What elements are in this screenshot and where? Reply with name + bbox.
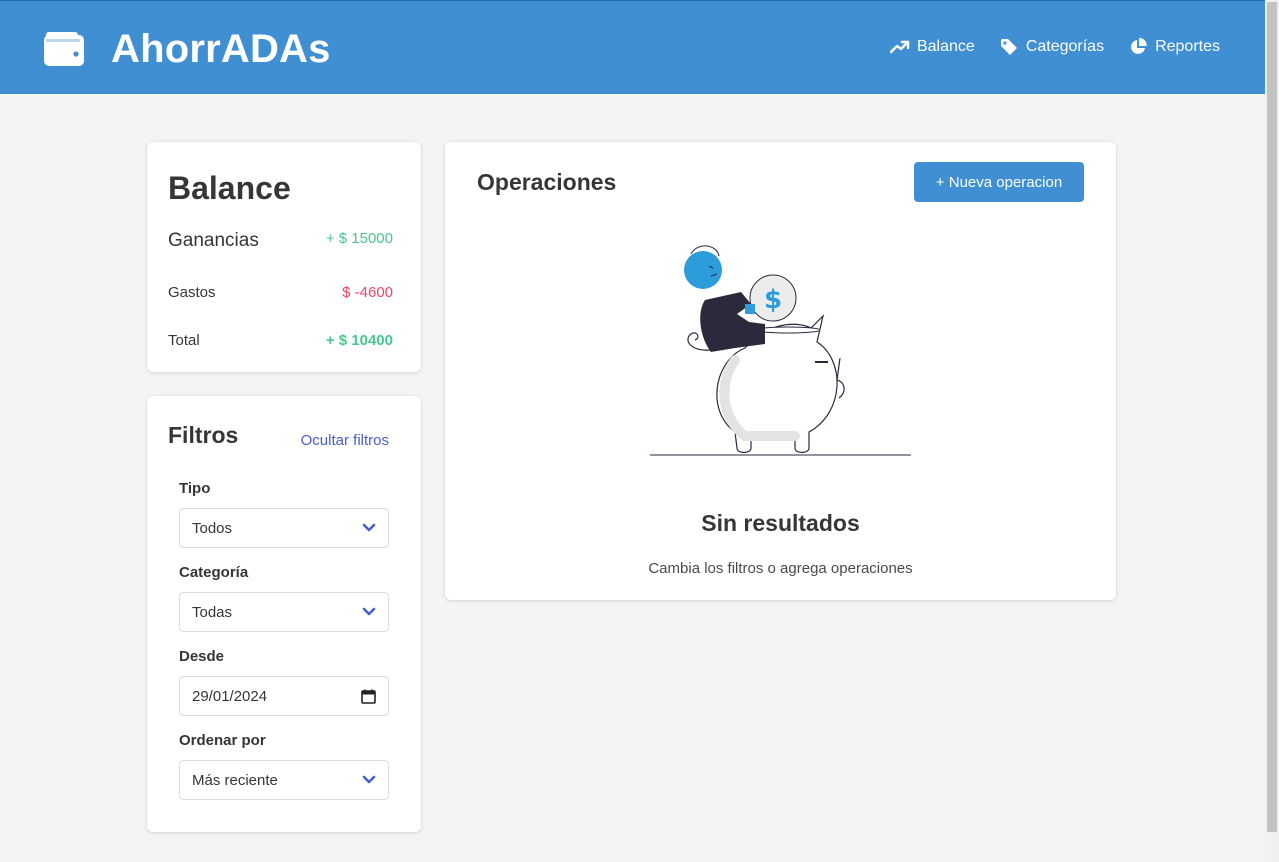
app-title: AhorrADAs	[111, 27, 331, 71]
scrollbar-thumb[interactable]	[1267, 2, 1277, 832]
categoria-label: Categoría	[179, 564, 249, 581]
hide-filters-link[interactable]: Ocultar filtros	[301, 432, 389, 449]
svg-text:$: $	[764, 285, 782, 315]
balance-row-gastos: Gastos $ -4600	[168, 284, 393, 301]
gastos-label: Gastos	[168, 284, 216, 301]
balance-card: Balance Ganancias + $ 15000 Gastos $ -46…	[147, 142, 421, 372]
ganancias-value: + $ 15000	[325, 230, 393, 247]
empty-state-subtitle: Cambia los filtros o agrega operaciones	[648, 560, 913, 577]
nav-item-categorias-label: Categorías	[1025, 38, 1105, 55]
ordenar-label: Ordenar por	[179, 732, 266, 749]
nav-item-balance[interactable]: Balance	[889, 38, 975, 56]
balance-row-ganancias: Ganancias + $ 15000	[168, 230, 393, 252]
nav-item-categorias[interactable]: Categorías	[999, 38, 1104, 56]
balance-title: Balance	[168, 170, 291, 206]
chevron-down-icon	[362, 607, 376, 616]
desde-date-input[interactable]: 29/01/2024	[179, 676, 389, 716]
desde-date-value: 29/01/2024	[192, 687, 268, 705]
calendar-icon[interactable]	[361, 689, 376, 704]
categoria-select-value: Todas	[192, 603, 233, 621]
tipo-select[interactable]: Todos	[179, 508, 389, 548]
total-value: + $ 10400	[325, 332, 393, 349]
balance-row-total: Total + $ 10400	[168, 332, 393, 349]
nav-item-balance-label: Balance	[916, 38, 975, 55]
brand[interactable]: AhorrADAs	[43, 27, 330, 71]
operations-title: Operaciones	[477, 169, 617, 195]
navbar: AhorrADAs Balance Categorías Reportes	[0, 0, 1265, 94]
piggy-bank-illustration: $	[650, 245, 911, 456]
empty-state-title: Sin resultados	[701, 510, 860, 536]
wallet-icon	[44, 32, 84, 66]
tag-icon	[1000, 39, 1017, 55]
chevron-down-icon	[362, 523, 376, 532]
ganancias-label: Ganancias	[168, 230, 259, 251]
nav-item-reportes[interactable]: Reportes	[1128, 38, 1220, 56]
filters-card: Filtros Ocultar filtros Tipo Todos Categ…	[147, 396, 421, 832]
chevron-down-icon	[362, 775, 376, 784]
desde-label: Desde	[179, 648, 225, 665]
nav-item-reportes-label: Reportes	[1155, 38, 1220, 55]
pie-chart-icon	[1131, 38, 1147, 54]
new-operation-button[interactable]: + Nueva operacion	[914, 162, 1084, 202]
total-label: Total	[168, 332, 200, 349]
gastos-value: $ -4600	[342, 284, 393, 301]
nav-menu: Balance Categorías Reportes	[889, 38, 1220, 56]
operations-card: Operaciones + Nueva operacion $ Sin resu…	[445, 142, 1116, 600]
vertical-scrollbar[interactable]	[1265, 0, 1279, 862]
ordenar-select-value: Más reciente	[192, 771, 278, 789]
ordenar-select[interactable]: Más reciente	[179, 760, 389, 800]
tipo-label: Tipo	[179, 480, 211, 497]
tipo-select-value: Todos	[192, 519, 233, 537]
trend-up-icon	[889, 40, 910, 54]
filters-title: Filtros	[168, 422, 239, 448]
categoria-select[interactable]: Todas	[179, 592, 389, 632]
